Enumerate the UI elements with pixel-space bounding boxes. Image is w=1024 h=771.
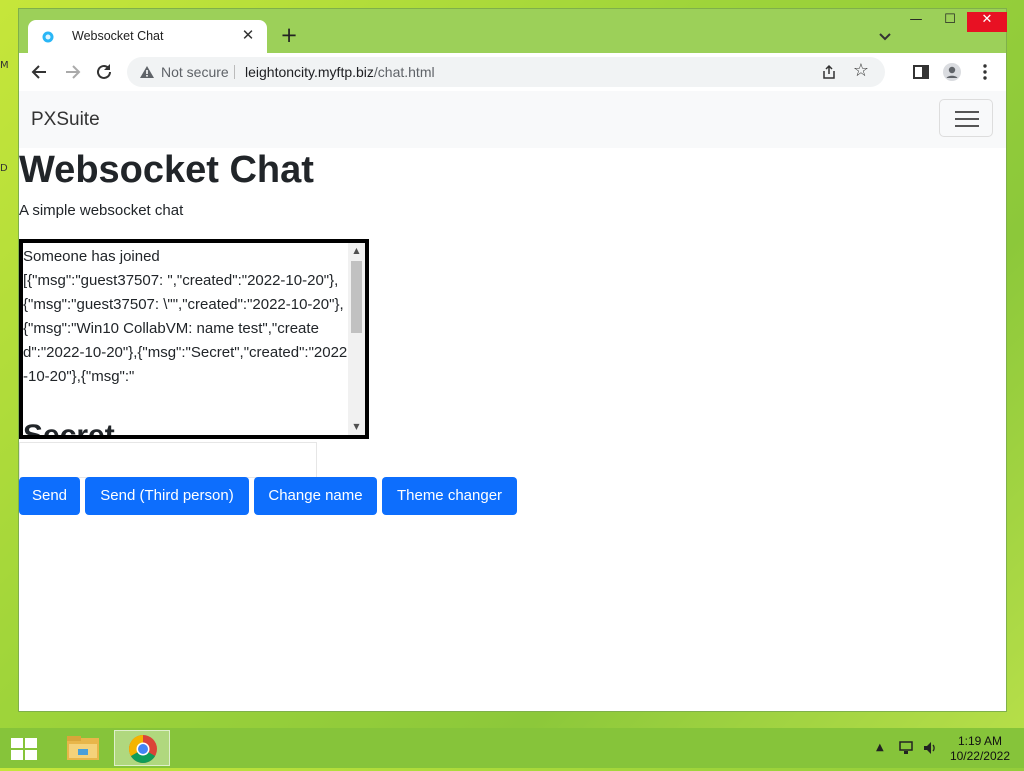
warning-icon[interactable] [139,65,155,79]
hamburger-icon [955,111,979,113]
new-tab-button[interactable]: + [279,25,299,46]
chrome-taskbar-button[interactable] [114,730,170,766]
back-arrow-icon[interactable] [29,61,51,83]
scroll-down-arrow-icon[interactable]: ▼ [348,419,365,435]
forward-arrow-icon[interactable] [61,61,83,83]
windows-start-icon[interactable] [10,737,38,761]
site-navbar: PXSuite [19,91,1006,148]
scroll-up-arrow-icon[interactable]: ▲ [348,243,365,259]
tab-strip: Websocket Chat ✕ + — ☐ ✕ [19,9,1007,54]
tab-title: Websocket Chat [72,29,164,43]
folder-icon [67,736,99,760]
hamburger-icon [955,125,979,127]
send-button[interactable]: Send [19,477,80,515]
divider [234,65,235,79]
minimize-button[interactable]: — [899,12,933,32]
system-clock[interactable]: 1:19 AM 10/22/2022 [950,734,1010,764]
chat-heading-message: Secret [23,419,115,439]
globe-icon [42,31,54,43]
send-third-person-button[interactable]: Send (Third person) [85,477,249,515]
theme-changer-button[interactable]: Theme changer [382,477,517,515]
desktop-icon-label-fragment: D [0,163,8,174]
chrome-icon [129,735,157,763]
page-subtitle: A simple websocket chat [19,202,184,219]
tab-websocket-chat[interactable]: Websocket Chat ✕ [28,20,267,54]
browser-window: Websocket Chat ✕ + — ☐ ✕ Not secure leig… [18,8,1007,712]
address-bar[interactable]: Not secure leightoncity.myftp.biz/chat.h… [127,57,885,87]
not-secure-label[interactable]: Not secure [161,64,229,80]
share-icon[interactable] [821,64,837,80]
tab-search-chevron-icon[interactable] [878,31,892,43]
navbar-brand[interactable]: PXSuite [31,109,100,131]
browser-toolbar: Not secure leightoncity.myftp.biz/chat.h… [19,53,1006,91]
profile-avatar-icon[interactable] [942,62,962,82]
volume-icon[interactable] [922,740,938,756]
maximize-button[interactable]: ☐ [933,12,967,32]
tab-close-icon[interactable]: ✕ [239,26,257,44]
message-input[interactable] [19,442,317,478]
tray-chevron-icon[interactable]: ▲ [876,742,884,753]
network-icon[interactable] [898,740,914,756]
url-text[interactable]: leightoncity.myftp.biz/chat.html [245,64,435,80]
change-name-button[interactable]: Change name [254,477,377,515]
file-explorer-taskbar-button[interactable] [56,730,112,766]
clock-date: 10/22/2022 [949,749,1010,763]
more-menu-icon[interactable] [975,62,995,82]
bookmark-star-icon[interactable]: ☆ [853,62,869,80]
taskbar: ▲ 1:19 AM 10/22/2022 [0,728,1024,768]
desktop-icon-label-fragment: M [0,60,9,71]
url-host: leightoncity.myftp.biz [245,64,374,80]
chat-log[interactable]: Someone has joined [{"msg":"guest37507: … [19,239,369,439]
clock-time: 1:19 AM [957,734,1002,748]
side-panel-icon[interactable] [911,62,931,82]
hamburger-icon [955,118,979,120]
chat-scrollbar[interactable]: ▲ ▼ [348,243,365,435]
navbar-toggler-button[interactable] [939,99,993,137]
close-window-button[interactable]: ✕ [967,12,1007,32]
page-viewport: PXSuite Websocket Chat A simple websocke… [19,91,1006,711]
scroll-thumb[interactable] [351,261,362,333]
page-title: Websocket Chat [19,149,314,191]
reload-icon[interactable] [93,61,115,83]
chat-messages: Someone has joined [{"msg":"guest37507: … [23,248,348,385]
url-path: /chat.html [373,64,435,80]
